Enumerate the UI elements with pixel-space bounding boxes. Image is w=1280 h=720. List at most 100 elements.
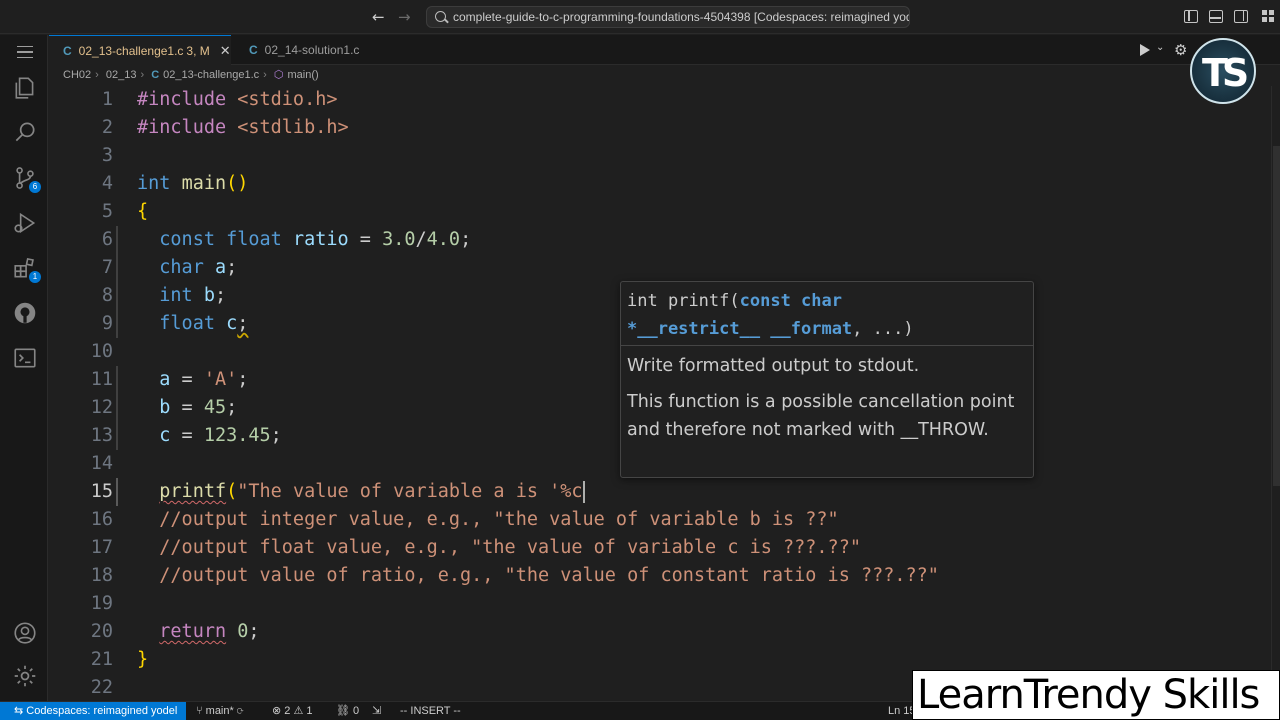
line-number: 16 [90, 509, 113, 530]
code-line: 2 #include <stdlib.h> [49, 114, 1271, 142]
code-line: 1 #include <stdio.h> [49, 86, 1271, 114]
token: b [203, 285, 215, 306]
menu-icon[interactable] [17, 46, 33, 58]
forward-arrow-icon[interactable]: → [398, 8, 411, 26]
source-control-icon[interactable]: 6 [12, 165, 41, 193]
warning-count: 1 [306, 705, 313, 717]
token: ; [226, 257, 238, 278]
token: int [159, 285, 193, 306]
line-number: 14 [90, 453, 113, 474]
token: ( [226, 481, 238, 502]
toggle-sidebar-icon[interactable] [1184, 10, 1198, 23]
editor-scrollbar[interactable] [1271, 86, 1280, 701]
token: float [226, 229, 282, 250]
breadcrumb: CH02 › 02_13 › C 02_13-challenge1.c › ⬡ main(… [63, 68, 323, 86]
token: a [214, 257, 227, 278]
code-line: 7 char a; [49, 254, 1271, 282]
line-number: 4 [101, 173, 113, 194]
watermark: LearnTrendy Skills [912, 670, 1280, 720]
github-icon[interactable] [12, 300, 38, 326]
token: //output integer value, e.g., "the value… [159, 509, 839, 530]
token: = [170, 425, 204, 446]
token: ; [237, 369, 249, 390]
extensions-icon[interactable]: 1 [12, 255, 41, 283]
breadcrumb-folder-02-13[interactable]: 02_13 [106, 69, 137, 81]
toggle-secondary-sidebar-icon[interactable] [1234, 10, 1248, 23]
manage-gear-icon[interactable] [12, 663, 38, 689]
breadcrumb-folder-ch02[interactable]: CH02 [63, 69, 91, 81]
token: //output value of ratio, e.g., "the valu… [159, 565, 939, 586]
line-number: 6 [101, 229, 113, 250]
settings-gear-icon[interactable]: ⚙ [1174, 41, 1187, 59]
token: 'A' [203, 369, 238, 390]
token: = [348, 229, 383, 250]
sig-param-name: *__restrict__ __format [627, 319, 853, 339]
line-number: 3 [101, 145, 113, 166]
sig-tail: , ...) [852, 319, 914, 339]
live-share-icon[interactable]: ⇲ [372, 702, 381, 720]
token: ; [460, 229, 472, 250]
ports-indicator[interactable]: ⛓ 0 [336, 702, 359, 720]
token: 45 [203, 397, 227, 418]
tab-02-13-challenge1[interactable]: C 02_13-challenge1.c 3, M ✕ [49, 35, 231, 65]
doc-details: This function is a possible cancellation… [627, 392, 1015, 440]
code-line: 17 //output float value, e.g., "the valu… [49, 534, 1271, 562]
breadcrumb-symbol[interactable]: main() [288, 69, 319, 81]
tab-label: 02_14-solution1.c [264, 43, 360, 57]
chevron-right-icon: › [140, 69, 145, 81]
token: <stdio.h> [226, 89, 338, 110]
token: { [137, 201, 149, 222]
hover-tooltip: int printf(const char *__restrict__ __for… [620, 281, 1034, 478]
error-count: 2 [284, 705, 291, 717]
ports-count: 0 [353, 705, 360, 717]
token: / [415, 229, 427, 250]
branch-label: main* [205, 705, 234, 717]
title-bar: ← → complete-guide-to-c-programming-foun… [0, 0, 1280, 34]
token: const [159, 229, 215, 250]
search-icon[interactable] [12, 119, 38, 145]
tab-02-14-solution1[interactable]: C 02_14-solution1.c [235, 35, 385, 65]
text-cursor [582, 481, 585, 503]
accounts-icon[interactable] [12, 620, 38, 646]
c-file-icon: C [151, 69, 160, 81]
token: ; [214, 285, 227, 306]
back-arrow-icon[interactable]: ← [372, 8, 385, 26]
source-control-badge: 6 [29, 181, 41, 193]
doc-summary: Write formatted output to stdout. [627, 356, 920, 376]
token: 4.0 [426, 229, 461, 250]
problems-indicator[interactable]: ⊗ 2 ⚠ 1 [272, 702, 313, 720]
token: 0 [237, 621, 249, 642]
token: a [159, 369, 171, 390]
run-icon[interactable] [1140, 44, 1150, 56]
command-center[interactable]: complete-guide-to-c-programming-foundati… [426, 6, 910, 28]
customize-layout-icon[interactable] [1262, 10, 1274, 22]
token: 123.45 [203, 425, 271, 446]
token: float [159, 313, 215, 334]
token: int [137, 173, 171, 194]
token: = [170, 397, 204, 418]
scrollbar-thumb[interactable] [1273, 146, 1280, 486]
run-debug-icon[interactable] [12, 210, 38, 236]
remote-icon: ⇆ [14, 705, 27, 717]
remote-indicator[interactable]: ⇆ Codespaces: reimagined yodel [0, 702, 186, 720]
remote-explorer-icon[interactable] [12, 345, 38, 371]
code-line: 6 const float ratio = 3.0/4.0; [49, 226, 1271, 254]
branch-indicator[interactable]: ⑂ main* ⟳ [196, 702, 243, 720]
c-file-icon: C [63, 44, 72, 58]
chevron-down-icon[interactable]: ⌄ [1156, 42, 1164, 53]
token: //output float value, e.g., "the value o… [159, 537, 861, 558]
remote-label: Codespaces: reimagined yodel [26, 705, 178, 717]
line-number: 9 [101, 313, 113, 334]
close-icon[interactable]: ✕ [220, 43, 231, 58]
explorer-icon[interactable] [12, 75, 38, 101]
breadcrumb-file[interactable]: 02_13-challenge1.c [163, 69, 259, 81]
toggle-panel-icon[interactable] [1209, 10, 1223, 23]
function-symbol-icon: ⬡ [273, 69, 284, 81]
function-signature: int printf(const char *__restrict__ __for… [621, 282, 1033, 346]
code-line: 3 [49, 142, 1271, 170]
token: ; [270, 425, 282, 446]
sync-icon[interactable]: ⟳ [237, 705, 244, 717]
token: c [226, 313, 238, 334]
line-number: 13 [90, 425, 113, 446]
ports-icon: ⛓ [336, 705, 354, 717]
